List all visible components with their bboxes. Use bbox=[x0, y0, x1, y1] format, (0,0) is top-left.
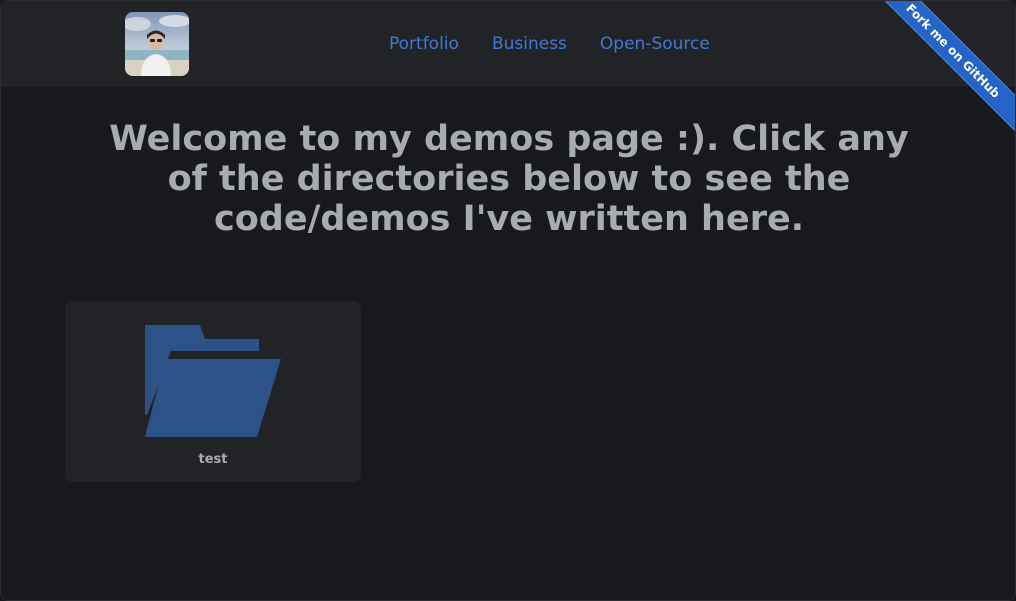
avatar[interactable] bbox=[125, 12, 189, 76]
main-nav: Portfolio Business Open-Source bbox=[389, 33, 743, 55]
page-headline: Welcome to my demos page :). Click any o… bbox=[109, 119, 909, 239]
nav-link-business[interactable]: Business bbox=[492, 33, 567, 55]
fork-me-on-github-ribbon[interactable]: Fork me on GitHub bbox=[869, 1, 1015, 135]
directory-card[interactable]: test bbox=[65, 301, 361, 482]
avatar-photo bbox=[125, 12, 189, 76]
page: Portfolio Business Open-Source Fork me o… bbox=[0, 0, 1016, 601]
nav-link-portfolio[interactable]: Portfolio bbox=[389, 33, 459, 55]
folder-icon bbox=[145, 325, 281, 437]
header: Portfolio Business Open-Source Fork me o… bbox=[1, 1, 1015, 135]
nav-link-open-source[interactable]: Open-Source bbox=[600, 33, 710, 55]
directory-name: test bbox=[198, 452, 228, 467]
